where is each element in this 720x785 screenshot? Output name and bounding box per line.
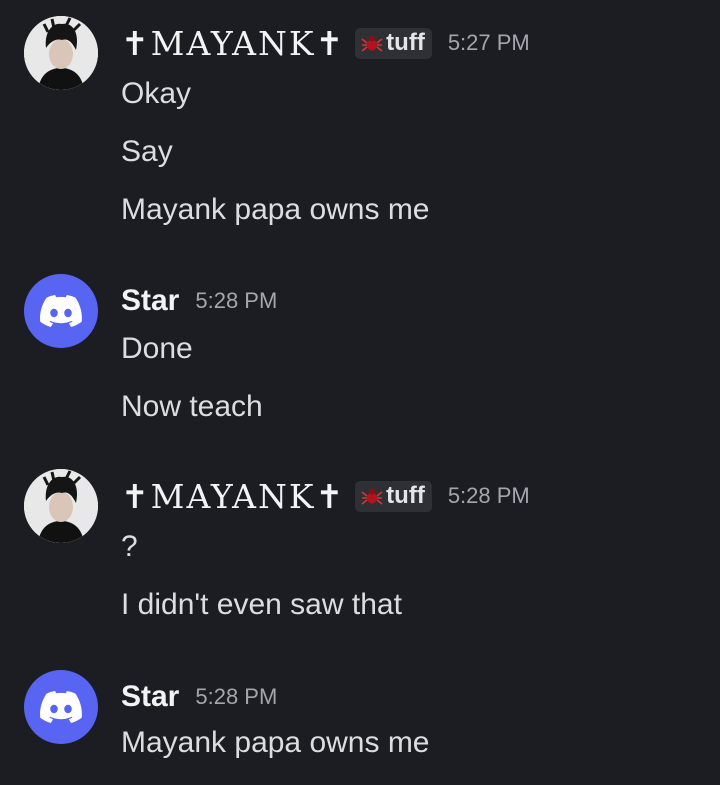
- message-line: ?: [121, 530, 138, 563]
- username[interactable]: ✝MAYANK✝: [121, 24, 345, 63]
- message-header: Star 5:28 PM: [121, 677, 277, 717]
- discord-logo-icon: [40, 295, 82, 327]
- spider-icon: [361, 488, 383, 505]
- server-tag[interactable]: tuff: [355, 480, 432, 512]
- user-avatar[interactable]: [24, 469, 98, 543]
- server-tag-label: tuff: [386, 29, 425, 56]
- message-line: I didn't even saw that: [121, 588, 402, 621]
- timestamp[interactable]: 5:28 PM: [448, 483, 530, 509]
- message-header: ✝MAYANK✝ tuff 5:27 PM: [121, 23, 530, 63]
- discord-logo-icon: [40, 691, 82, 723]
- message-line: Say: [121, 135, 173, 168]
- bot-avatar[interactable]: [24, 670, 98, 744]
- server-tag[interactable]: tuff: [355, 27, 432, 59]
- username[interactable]: Star: [121, 284, 179, 318]
- message-line: Okay: [121, 77, 192, 110]
- username[interactable]: ✝MAYANK✝: [121, 477, 345, 516]
- bot-avatar[interactable]: [24, 274, 98, 348]
- timestamp[interactable]: 5:28 PM: [195, 684, 277, 710]
- server-tag-label: tuff: [386, 482, 425, 509]
- user-avatar[interactable]: [24, 16, 98, 90]
- spider-icon: [361, 35, 383, 52]
- timestamp[interactable]: 5:27 PM: [448, 30, 530, 56]
- message-header: Star 5:28 PM: [121, 281, 277, 321]
- message-line: Mayank papa owns me: [121, 193, 430, 226]
- message-header: ✝MAYANK✝ tuff 5:28 PM: [121, 476, 530, 516]
- message-line: Mayank papa owns me: [121, 726, 430, 759]
- timestamp[interactable]: 5:28 PM: [195, 288, 277, 314]
- message-line: Done: [121, 332, 193, 365]
- username[interactable]: Star: [121, 680, 179, 714]
- user-photo-icon: [24, 16, 98, 90]
- message-line: Now teach: [121, 390, 263, 423]
- user-photo-icon: [24, 469, 98, 543]
